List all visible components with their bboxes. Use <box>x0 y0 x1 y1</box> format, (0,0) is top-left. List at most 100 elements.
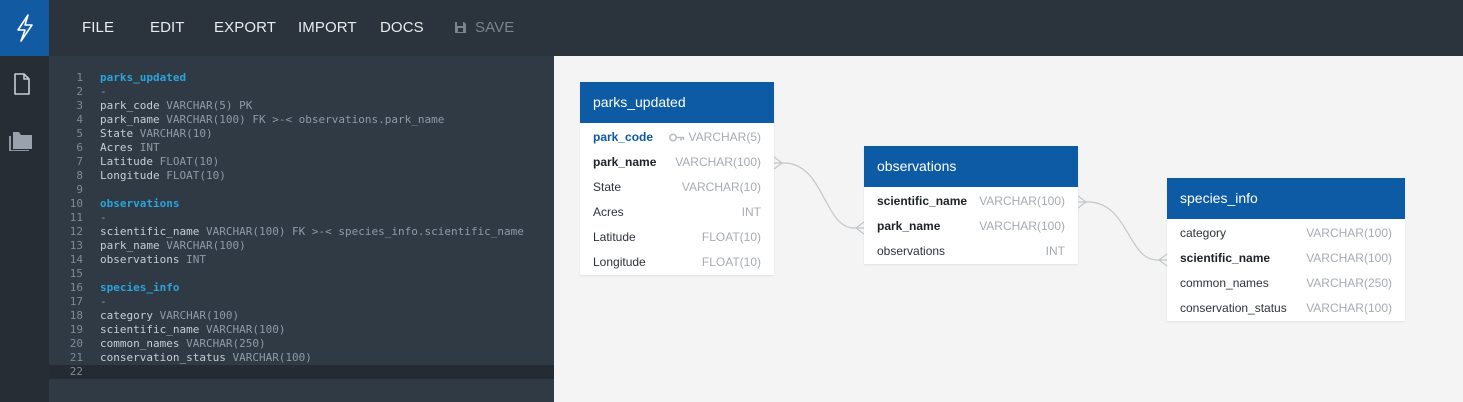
menu-file[interactable]: FILE <box>82 19 114 36</box>
column-type: INT <box>1046 239 1065 264</box>
code-line[interactable]: 21 conservation_status VARCHAR(100) <box>49 351 554 365</box>
column-type-text: VARCHAR(250) <box>1306 276 1392 290</box>
code-line[interactable]: 17 - <box>49 295 554 309</box>
table-card-observations[interactable]: observations scientific_name VARCHAR(100) p… <box>864 146 1078 264</box>
code-text: park_name VARCHAR(100) FK >-< observatio… <box>100 113 444 127</box>
code-line[interactable]: 8 Longitude FLOAT(10) <box>49 169 554 183</box>
app-logo-button[interactable] <box>0 0 49 56</box>
column-type-text: INT <box>741 205 761 219</box>
code-column-type: VARCHAR(250) <box>186 337 266 350</box>
table-column-row[interactable]: park_code VARCHAR(5) <box>580 125 774 150</box>
column-name: Latitude <box>593 230 636 244</box>
table-column-row[interactable]: conservation_status VARCHAR(100) <box>1167 296 1405 321</box>
table-column-row[interactable]: Longitude FLOAT(10) <box>580 250 774 275</box>
column-type-text: INT <box>1045 244 1065 258</box>
code-text: parks_updated <box>100 71 186 85</box>
code-line[interactable]: 6 Acres INT <box>49 141 554 155</box>
code-line[interactable]: 1 parks_updated <box>49 71 554 85</box>
table-column-row[interactable]: observations INT <box>864 239 1078 264</box>
code-line[interactable]: 19 scientific_name VARCHAR(100) <box>49 323 554 337</box>
code-token: Longitude <box>100 169 167 182</box>
table-column-row[interactable]: category VARCHAR(100) <box>1167 221 1405 246</box>
column-type: INT <box>742 200 761 225</box>
table-column-row[interactable]: park_name VARCHAR(100) <box>864 214 1078 239</box>
diagram-canvas[interactable]: parks_updated park_code VARCHAR(5) park_nam… <box>554 56 1463 402</box>
line-number: 4 <box>76 113 83 126</box>
code-line[interactable]: 14 observations INT <box>49 253 554 267</box>
line-number: 15 <box>69 267 83 280</box>
column-type: VARCHAR(100) <box>979 189 1065 214</box>
line-number: 8 <box>76 169 83 182</box>
code-text: conservation_status VARCHAR(100) <box>100 351 312 365</box>
relationship-line-parks-observations <box>774 162 864 229</box>
relationship-line-observations-species <box>1078 201 1167 261</box>
code-token: - <box>100 85 107 98</box>
code-line[interactable]: 2- <box>49 85 554 99</box>
code-token: State <box>100 127 140 140</box>
code-text: scientific_name VARCHAR(100) FK >-< spec… <box>100 225 524 239</box>
code-line[interactable]: 20 common_names VARCHAR(250) <box>49 337 554 351</box>
code-line[interactable]: 22 <box>49 365 554 379</box>
column-name: Acres <box>593 205 624 219</box>
line-number: 11 <box>69 211 83 224</box>
table-title[interactable]: species_info <box>1167 178 1405 219</box>
table-title[interactable]: observations <box>864 146 1078 187</box>
table-column-row[interactable]: scientific_name VARCHAR(100) <box>864 189 1078 214</box>
code-line[interactable]: 7 Latitude FLOAT(10) <box>49 155 554 169</box>
column-type: VARCHAR(10) <box>682 175 761 200</box>
code-text: observations <box>100 197 179 211</box>
code-text: category VARCHAR(100) <box>100 309 239 323</box>
code-line[interactable]: 18 category VARCHAR(100) <box>49 309 554 323</box>
menu-export[interactable]: EXPORT <box>214 19 276 36</box>
table-column-row[interactable]: park_name VARCHAR(100) <box>580 150 774 175</box>
document-button[interactable] <box>8 70 36 98</box>
table-columns: category VARCHAR(100) scientific_name VARCH… <box>1167 219 1405 321</box>
code-token: park_name <box>100 113 167 126</box>
code-line[interactable]: 4 park_name VARCHAR(100) FK >-< observati… <box>49 113 554 127</box>
code-token: conservation_status <box>100 351 233 364</box>
code-text: species_info <box>100 281 179 295</box>
menu-docs[interactable]: DOCS <box>380 19 424 36</box>
table-column-row[interactable]: Latitude FLOAT(10) <box>580 225 774 250</box>
table-column-row[interactable]: scientific_name VARCHAR(100) <box>1167 246 1405 271</box>
table-column-row[interactable]: Acres INT <box>580 200 774 225</box>
save-button[interactable]: SAVE <box>454 19 514 36</box>
code-text: - <box>100 211 107 225</box>
column-name: conservation_status <box>1180 301 1287 315</box>
line-number: 5 <box>76 127 83 140</box>
floppy-disk-icon <box>455 22 466 33</box>
table-columns: park_code VARCHAR(5) park_name VARCHAR(100)… <box>580 123 774 275</box>
code-line[interactable]: 16 species_info <box>49 281 554 295</box>
code-token: scientific_name <box>100 323 206 336</box>
column-name: park_code <box>593 130 654 144</box>
menu-edit[interactable]: EDIT <box>150 19 185 36</box>
code-line[interactable]: 12 scientific_name VARCHAR(100) FK >-< sp… <box>49 225 554 239</box>
table-card-parks-updated[interactable]: parks_updated park_code VARCHAR(5) park_nam… <box>580 82 774 275</box>
code-line[interactable]: 15 <box>49 267 554 281</box>
code-line[interactable]: 5 State VARCHAR(10) <box>49 127 554 141</box>
line-number: 1 <box>76 71 83 84</box>
folder-button[interactable] <box>8 126 36 154</box>
code-token: scientific_name <box>100 225 206 238</box>
column-type: VARCHAR(100) <box>1306 246 1392 271</box>
code-line[interactable]: 3 park_code VARCHAR(5) PK <box>49 99 554 113</box>
code-token: common_names <box>100 337 187 350</box>
line-number: 14 <box>69 253 83 266</box>
table-card-species-info[interactable]: species_info category VARCHAR(100) scientif… <box>1167 178 1405 321</box>
code-text: State VARCHAR(10) <box>100 127 213 141</box>
column-type: VARCHAR(100) <box>979 214 1065 239</box>
table-title[interactable]: parks_updated <box>580 82 774 123</box>
menu-import[interactable]: IMPORT <box>298 19 357 36</box>
table-column-row[interactable]: common_names VARCHAR(250) <box>1167 271 1405 296</box>
code-table-name: observations <box>100 197 180 210</box>
code-line[interactable]: 9 <box>49 183 554 197</box>
code-editor[interactable]: 1 parks_updated 2-3 park_code VARCHAR(5) PK… <box>49 56 554 402</box>
line-number: 17 <box>69 295 83 308</box>
column-type-text: VARCHAR(100) <box>1306 226 1392 240</box>
code-table-name: species_info <box>100 281 180 294</box>
code-line[interactable]: 13 park_name VARCHAR(100) <box>49 239 554 253</box>
code-line[interactable]: 11 - <box>49 211 554 225</box>
code-column-type: FLOAT(10) <box>159 155 220 168</box>
table-column-row[interactable]: State VARCHAR(10) <box>580 175 774 200</box>
code-line[interactable]: 10 observations <box>49 197 554 211</box>
